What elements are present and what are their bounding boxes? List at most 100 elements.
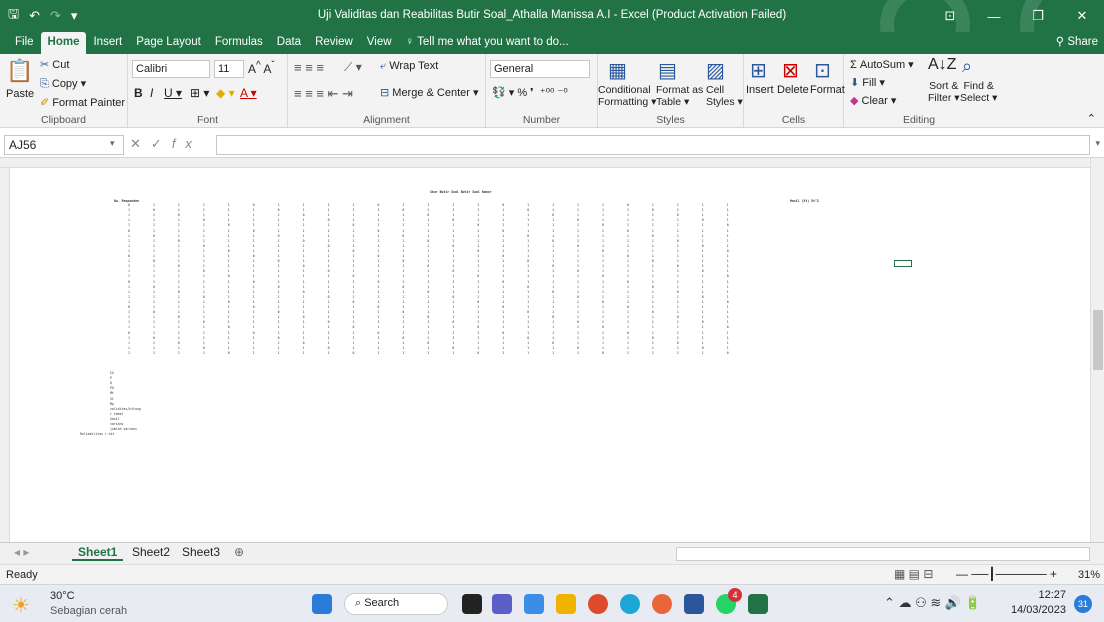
format-as-table-button[interactable]: Format as Table ▾ (656, 84, 703, 108)
zoom-level[interactable]: 31% (1078, 569, 1100, 581)
autosum-button[interactable]: Σ AutoSum ▾ (850, 58, 914, 71)
bold-button[interactable]: B (134, 86, 143, 100)
delete-button[interactable]: Delete (777, 84, 809, 96)
search-icon[interactable]: ⌕ (962, 56, 972, 77)
collapse-ribbon-icon[interactable]: ⌃ (1087, 112, 1096, 125)
search-box[interactable]: ⌕ Search (344, 593, 448, 615)
clear-button[interactable]: ◆ Clear ▾ (850, 94, 896, 107)
grid-row: 1 1 1 0 1 1 1 1 0 1 1 1 1 0 1 1 1 1 0 1 … (128, 269, 752, 274)
name-box-dropdown-icon[interactable]: ▾ (110, 138, 115, 149)
expand-formula-icon[interactable]: ▾ (1095, 138, 1100, 149)
wrap-text-button[interactable]: ⤶ Wrap Text (380, 60, 438, 73)
merge-center-button[interactable]: ⊟ Merge & Center ▾ (380, 86, 479, 99)
tab-data[interactable]: Data (270, 32, 308, 54)
edge-icon[interactable] (620, 594, 640, 614)
widgets-icon[interactable] (524, 594, 544, 614)
tab-page-layout[interactable]: Page Layout (129, 32, 208, 54)
system-tray-icons[interactable]: ⌃ ☁ ⚇ ≋ 🔊 🔋 (884, 595, 981, 611)
italic-button[interactable]: I (150, 86, 153, 100)
tab-insert[interactable]: Insert (86, 32, 129, 54)
customize-qa-icon[interactable]: ▾ (71, 8, 78, 24)
underline-button[interactable]: U ▾ (164, 86, 182, 100)
weather-desc[interactable]: Sebagian cerah (50, 605, 127, 617)
fill-button[interactable]: ⬇ Fill ▾ (850, 76, 885, 89)
fx-icon[interactable]: fx (172, 136, 202, 151)
delete-cells-icon[interactable]: ⊠ (782, 58, 799, 83)
weather-icon[interactable]: ☀ (12, 593, 30, 618)
start-icon[interactable] (312, 594, 332, 614)
grid-row: 1 1 1 0 1 1 1 1 0 1 1 1 1 0 1 1 1 1 0 1 … (128, 320, 752, 325)
chat-icon[interactable] (492, 594, 512, 614)
file-explorer-icon[interactable] (556, 594, 576, 614)
scroll-thumb[interactable] (1093, 310, 1103, 370)
chrome-icon[interactable] (588, 594, 608, 614)
sheet-tab-2[interactable]: Sheet2 (126, 545, 176, 559)
task-view-icon[interactable] (462, 594, 482, 614)
excel-icon[interactable] (748, 594, 768, 614)
sort-filter-button[interactable]: Sort & Filter ▾ (928, 80, 960, 104)
format-button[interactable]: Format (810, 84, 845, 96)
cut-button[interactable]: ✂ Cut (40, 58, 69, 71)
weather-temp[interactable]: 30°C (50, 590, 75, 602)
redo-icon[interactable]: ↷ (50, 8, 61, 24)
word-icon[interactable] (684, 594, 704, 614)
ribbon-display-icon[interactable]: ⊡ (928, 0, 972, 32)
insert-cells-icon[interactable]: ⊞ (750, 58, 767, 83)
orientation-icon[interactable]: ⟋ ▾ (344, 60, 362, 75)
number-format-select[interactable]: General (490, 60, 590, 78)
save-icon[interactable]: 🖫 (8, 5, 19, 27)
conditional-formatting-button[interactable]: Conditional Formatting ▾ (598, 84, 656, 108)
align-top-icon[interactable]: ≡ ≡ ≡ (294, 60, 324, 75)
paste-button[interactable]: Paste (6, 88, 34, 100)
tab-home[interactable]: Home (40, 32, 87, 54)
active-cell-selection[interactable] (894, 260, 912, 267)
tab-file[interactable]: File (8, 32, 41, 54)
zoom-slider[interactable]: — ──┃────── + (956, 567, 1057, 581)
prev-sheet-icon[interactable]: ◂ ▸ (8, 545, 35, 559)
font-name-select[interactable]: Calibri (132, 60, 210, 78)
cancel-icon[interactable]: ✕ (130, 136, 151, 151)
font-grow-icon[interactable]: A^ Aˇ (248, 60, 275, 76)
close-icon[interactable]: ✕ (1060, 0, 1104, 32)
tab-view[interactable]: View (360, 32, 399, 54)
clock-date[interactable]: 14/03/2023 (1010, 604, 1066, 616)
fill-color-icon[interactable]: ◆ ▾ (216, 86, 235, 100)
vertical-scrollbar[interactable] (1090, 158, 1104, 542)
format-as-table-icon[interactable]: ▤ (658, 58, 677, 83)
name-box[interactable]: AJ56 (4, 135, 124, 155)
font-color-icon[interactable]: A ▾ (240, 86, 257, 100)
cell-styles-icon[interactable]: ▨ (706, 58, 725, 83)
clock-time[interactable]: 12:27 (1010, 589, 1066, 601)
format-painter-button[interactable]: ✐ Format Painter (40, 96, 125, 109)
borders-icon[interactable]: ⊞ ▾ (190, 86, 209, 100)
sort-icon[interactable]: A↓Z (928, 56, 956, 74)
insert-button[interactable]: Insert (746, 84, 774, 96)
worksheet-grid[interactable]: Skor Butir Soal Butir Soal Nomor No. Res… (10, 168, 1090, 542)
share-button[interactable]: ⚲ Share (1056, 34, 1098, 48)
tab-formulas[interactable]: Formulas (208, 32, 270, 54)
view-mode-icons[interactable]: ▦ ▤ ⊟ (894, 567, 933, 581)
format-cells-icon[interactable]: ⊡ (814, 58, 831, 83)
sheet-tab-3[interactable]: Sheet3 (176, 545, 226, 559)
find-select-button[interactable]: Find & Select ▾ (960, 80, 997, 104)
minimize-icon[interactable]: — (972, 0, 1016, 32)
formula-input[interactable] (216, 135, 1090, 155)
restore-icon[interactable]: ❐ (1016, 0, 1060, 32)
align-left-icon[interactable]: ≡ ≡ ≡ ⇤ ⇥ (294, 86, 353, 102)
cell-styles-button[interactable]: Cell Styles ▾ (706, 84, 743, 108)
add-sheet-icon[interactable]: ⊕ (228, 545, 250, 559)
conditional-formatting-icon[interactable]: ▦ (608, 58, 627, 83)
horizontal-scrollbar[interactable] (676, 547, 1090, 561)
firefox-icon[interactable] (652, 594, 672, 614)
sheet-tab-1[interactable]: Sheet1 (72, 545, 124, 561)
ribbon-tab-bar: File Home Insert Page Layout Formulas Da… (0, 32, 1104, 54)
tab-review[interactable]: Review (308, 32, 360, 54)
enter-icon[interactable]: ✓ (151, 136, 172, 151)
accounting-icon[interactable]: 💱 ▾ % ❜ ⁺⁰⁰ ⁻⁰ (492, 86, 568, 99)
paste-icon[interactable]: 📋 (6, 58, 33, 84)
font-size-select[interactable]: 11 (214, 60, 244, 78)
notification-badge[interactable]: 31 (1074, 595, 1092, 613)
copy-button[interactable]: ⎘ Copy ▾ (40, 77, 86, 91)
tell-me-box[interactable]: ♀ Tell me what you want to do... (399, 32, 576, 54)
undo-icon[interactable]: ↶ (29, 8, 40, 24)
